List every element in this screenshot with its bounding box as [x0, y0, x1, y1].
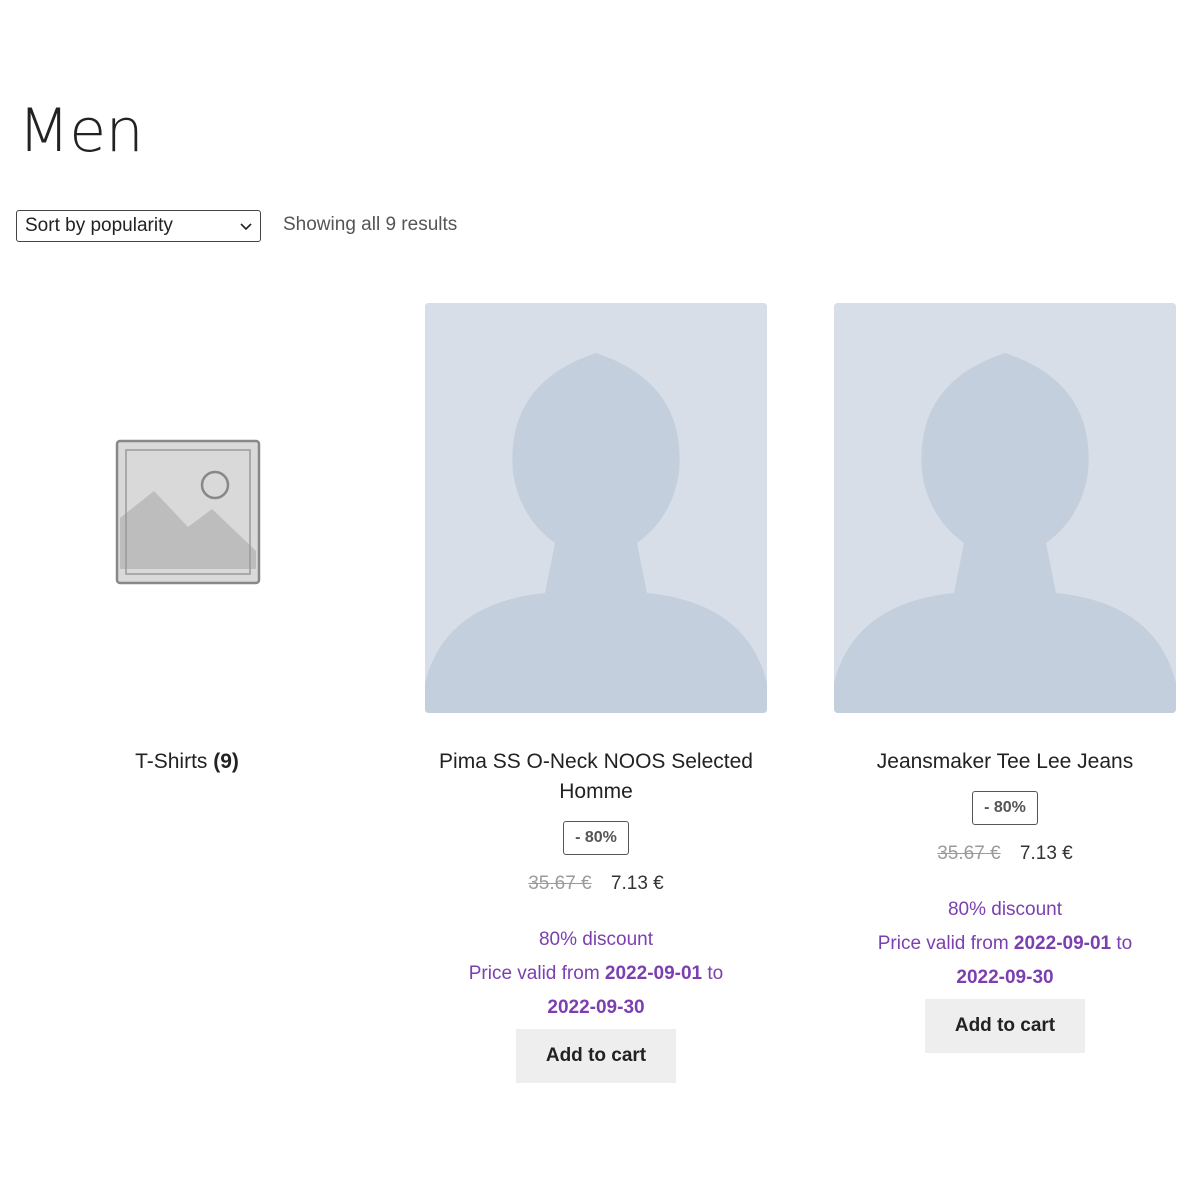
- product-title[interactable]: Pima SS O-Neck NOOS Selected Homme: [425, 747, 767, 807]
- sort-select-value: Sort by popularity: [25, 215, 173, 236]
- valid-from-date: 2022-09-01: [1013, 933, 1112, 954]
- result-count: Showing all 9 results: [283, 214, 458, 235]
- valid-from-date: 2022-09-01: [604, 963, 703, 984]
- page-title: Men: [18, 96, 144, 166]
- price: 35.67 € 7.13 €: [834, 843, 1176, 865]
- category-name: T-Shirts: [135, 750, 208, 773]
- category-title[interactable]: T-Shirts (9): [16, 747, 358, 777]
- price: 35.67 € 7.13 €: [425, 873, 767, 895]
- product-thumbnail[interactable]: [834, 303, 1176, 713]
- add-to-cart-button[interactable]: Add to cart: [515, 1029, 677, 1083]
- add-to-cart-button[interactable]: Add to cart: [924, 999, 1086, 1053]
- sale-badge: - 80%: [563, 821, 629, 855]
- product-title[interactable]: Jeansmaker Tee Lee Jeans: [834, 747, 1176, 777]
- category-count: (9): [213, 750, 239, 773]
- validity-prefix: Price valid from: [877, 933, 1009, 954]
- old-price: 35.67 €: [937, 843, 1001, 864]
- product-card: Jeansmaker Tee Lee Jeans - 80% 35.67 € 7…: [834, 303, 1176, 1053]
- product-card: Pima SS O-Neck NOOS Selected Homme - 80%…: [425, 303, 767, 1083]
- sale-badge: - 80%: [972, 791, 1038, 825]
- discount-info: 80% discount Price valid from 2022-09-01…: [834, 893, 1176, 995]
- discount-info: 80% discount Price valid from 2022-09-01…: [425, 923, 767, 1025]
- current-price: 7.13 €: [610, 873, 664, 894]
- person-silhouette-icon: [425, 303, 767, 713]
- valid-to-date: 2022-09-30: [956, 967, 1054, 988]
- validity-to-word: to: [1116, 933, 1133, 954]
- discount-label: 80% discount: [538, 929, 654, 950]
- discount-label: 80% discount: [947, 899, 1063, 920]
- current-price: 7.13 €: [1019, 843, 1073, 864]
- validity-line: Price valid from 2022-09-01 to: [834, 927, 1176, 961]
- category-thumbnail[interactable]: [16, 303, 358, 713]
- product-thumbnail[interactable]: [425, 303, 767, 713]
- chevron-down-icon: [240, 223, 252, 231]
- old-price: 35.67 €: [528, 873, 592, 894]
- person-silhouette-icon: [834, 303, 1176, 713]
- validity-to-word: to: [707, 963, 724, 984]
- validity-line: Price valid from 2022-09-01 to: [425, 957, 767, 991]
- image-placeholder-icon: [115, 439, 261, 585]
- sort-select[interactable]: Sort by popularity: [16, 210, 261, 242]
- valid-to-date: 2022-09-30: [547, 997, 645, 1018]
- validity-prefix: Price valid from: [468, 963, 600, 984]
- category-card[interactable]: T-Shirts (9): [16, 303, 358, 777]
